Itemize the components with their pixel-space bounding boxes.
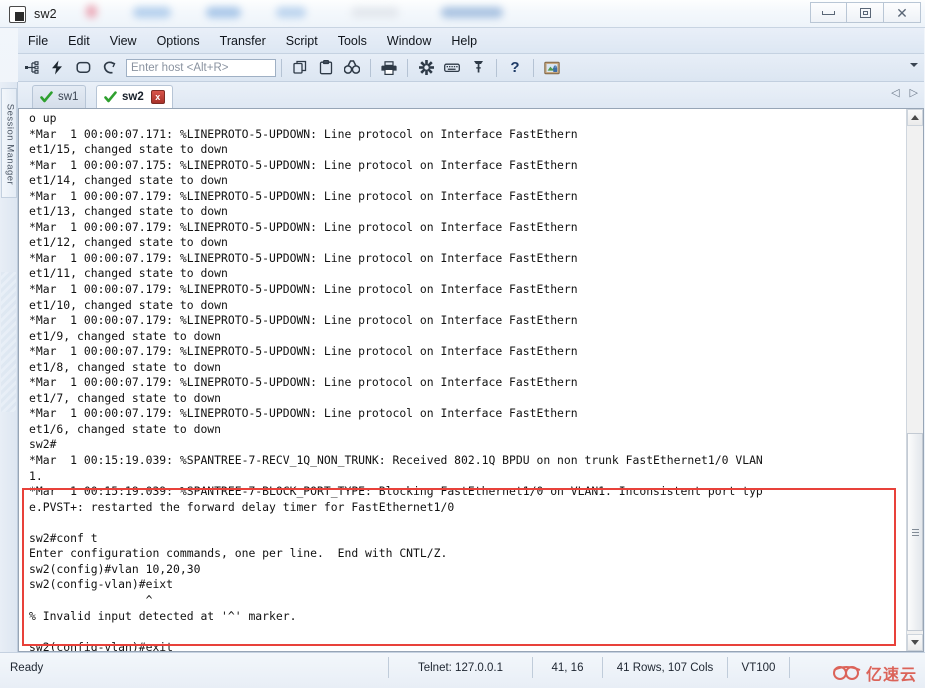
check-icon bbox=[104, 90, 117, 104]
cloud-logo-icon bbox=[832, 666, 861, 680]
print-icon[interactable] bbox=[378, 57, 400, 79]
gear-icon[interactable] bbox=[415, 57, 437, 79]
session-tab-label: sw1 bbox=[58, 91, 79, 103]
menu-tools[interactable]: Tools bbox=[328, 31, 377, 51]
menu-help[interactable]: Help bbox=[441, 31, 487, 51]
copy-icon[interactable] bbox=[289, 57, 311, 79]
menu-options[interactable]: Options bbox=[147, 31, 210, 51]
terminal-panel: o up *Mar 1 00:00:07.171: %LINEPROTO-5-U… bbox=[18, 108, 924, 652]
sidebar-texture bbox=[1, 272, 16, 412]
disconnect-icon[interactable] bbox=[98, 57, 120, 79]
menu-bar: File Edit View Options Transfer Script T… bbox=[18, 28, 924, 54]
scroll-up-icon[interactable] bbox=[907, 109, 923, 126]
window-controls: ✕ bbox=[810, 2, 921, 23]
scroll-down-icon[interactable] bbox=[907, 634, 923, 651]
paste-icon[interactable] bbox=[315, 57, 337, 79]
reconnect-icon[interactable] bbox=[72, 57, 94, 79]
status-bar: Ready Telnet: 127.0.0.1 41, 16 41 Rows, … bbox=[0, 652, 925, 688]
securecrt-window: sw2 ✕ File Edit View Options Transfer Sc… bbox=[0, 0, 925, 688]
session-tab-bar: sw1 sw2 x ◁ ▷ bbox=[18, 82, 924, 108]
menu-transfer[interactable]: Transfer bbox=[210, 31, 276, 51]
menu-file[interactable]: File bbox=[18, 31, 58, 51]
maximize-button[interactable] bbox=[847, 2, 884, 23]
chevron-left-icon[interactable]: ◁ bbox=[891, 86, 899, 99]
status-cursor-position: 41, 16 bbox=[533, 657, 603, 678]
toolbar-overflow-icon[interactable] bbox=[910, 63, 918, 67]
tab-nav-controls: ◁ ▷ bbox=[891, 86, 918, 99]
title-bar: sw2 ✕ bbox=[0, 0, 925, 28]
search-input[interactable] bbox=[127, 59, 275, 76]
status-connection: Telnet: 127.0.0.1 bbox=[388, 657, 533, 678]
session-tab-sw1[interactable]: sw1 bbox=[32, 85, 87, 108]
chevron-right-icon[interactable]: ▷ bbox=[910, 86, 918, 99]
vertical-scrollbar[interactable] bbox=[906, 109, 923, 651]
find-icon[interactable] bbox=[341, 57, 363, 79]
session-tab-label: sw2 bbox=[122, 91, 144, 103]
status-emulation: VT100 bbox=[728, 657, 790, 678]
scrollbar-thumb[interactable] bbox=[907, 433, 923, 631]
session-manager-label: Session Manager bbox=[4, 103, 16, 186]
help-icon[interactable]: ? bbox=[504, 57, 526, 79]
session-tab-sw2[interactable]: sw2 x bbox=[96, 85, 173, 108]
menu-script[interactable]: Script bbox=[276, 31, 328, 51]
status-dimensions: 41 Rows, 107 Cols bbox=[603, 657, 728, 678]
check-icon bbox=[40, 90, 53, 104]
watermark-text: 亿速云 bbox=[865, 667, 917, 684]
keyboard-icon[interactable] bbox=[441, 57, 463, 79]
menu-view[interactable]: View bbox=[100, 31, 147, 51]
close-button[interactable]: ✕ bbox=[884, 2, 921, 23]
key-icon[interactable] bbox=[467, 57, 489, 79]
watermark: 亿速云 bbox=[832, 661, 917, 685]
toolbar: ? bbox=[18, 54, 924, 82]
menu-edit[interactable]: Edit bbox=[58, 31, 100, 51]
host-input-wrapper[interactable] bbox=[126, 58, 276, 77]
status-ready: Ready bbox=[10, 661, 44, 674]
terminal-output: o up *Mar 1 00:00:07.171: %LINEPROTO-5-U… bbox=[29, 111, 763, 651]
menu-window[interactable]: Window bbox=[377, 31, 441, 51]
terminal-window-icon bbox=[9, 5, 26, 23]
window-title: sw2 bbox=[34, 6, 57, 21]
minimize-button[interactable] bbox=[810, 2, 847, 23]
chat-window-icon[interactable] bbox=[541, 57, 563, 79]
redacted-title-content bbox=[86, 3, 556, 23]
quick-connect-icon[interactable] bbox=[46, 57, 68, 79]
session-manager-strip[interactable]: Session Manager bbox=[0, 82, 18, 652]
close-icon[interactable]: x bbox=[150, 90, 165, 104]
connect-icon[interactable] bbox=[20, 57, 42, 79]
session-manager-tab[interactable]: Session Manager bbox=[1, 88, 17, 198]
terminal-screen[interactable]: o up *Mar 1 00:00:07.171: %LINEPROTO-5-U… bbox=[19, 109, 906, 651]
